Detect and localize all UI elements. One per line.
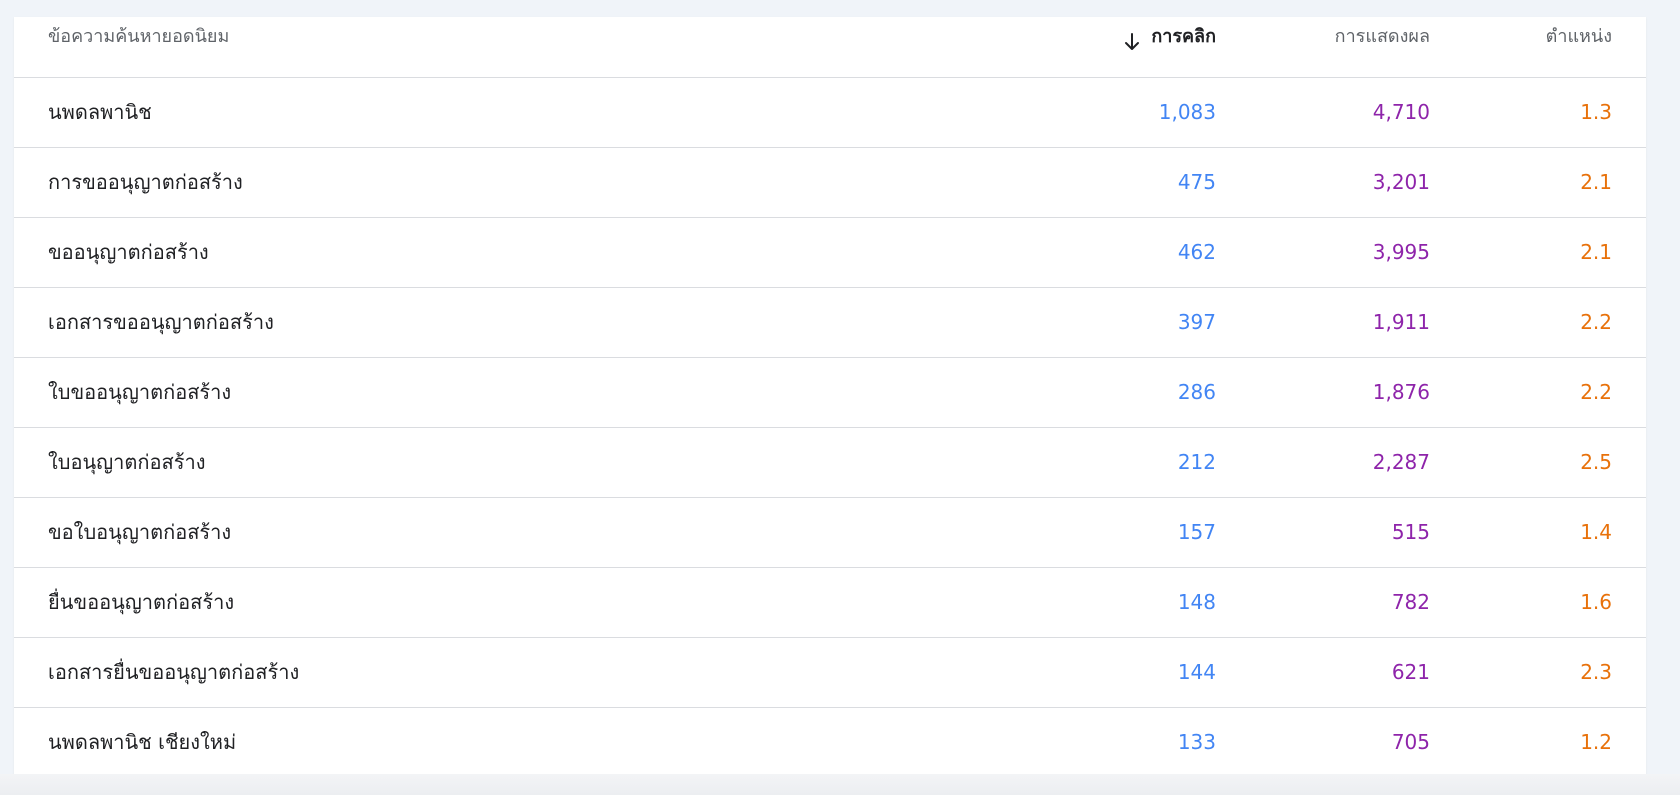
clicks-cell: 397: [1177, 310, 1216, 334]
clicks-cell: 148: [1177, 590, 1216, 614]
position-cell: 2.2: [1580, 310, 1612, 334]
table-row[interactable]: นพดลพานิช เชียงใหม่ 133 705 1.2: [14, 708, 1646, 778]
table-row[interactable]: ใบขออนุญาตก่อสร้าง 286 1,876 2.2: [14, 358, 1646, 428]
table-row[interactable]: เอกสารยื่นขออนุญาตก่อสร้าง 144 621 2.3: [14, 638, 1646, 708]
table-row[interactable]: นพดลพานิช 1,083 4,710 1.3: [14, 78, 1646, 148]
page-bottom-edge: [0, 774, 1680, 795]
table-row[interactable]: ขอใบอนุญาตก่อสร้าง 157 515 1.4: [14, 498, 1646, 568]
position-cell: 1.4: [1580, 520, 1612, 544]
impressions-cell: 2,287: [1372, 450, 1430, 474]
impressions-cell: 515: [1391, 520, 1430, 544]
table-row[interactable]: ใบอนุญาตก่อสร้าง 212 2,287 2.5: [14, 428, 1646, 498]
position-cell: 1.2: [1580, 730, 1612, 754]
impressions-cell: 705: [1391, 730, 1430, 754]
query-cell: การขออนุญาตก่อสร้าง: [48, 170, 243, 194]
query-cell: ขอใบอนุญาตก่อสร้าง: [48, 520, 232, 544]
query-cell: ขออนุญาตก่อสร้าง: [48, 240, 209, 264]
impressions-cell: 3,201: [1372, 170, 1430, 194]
table-row[interactable]: ขออนุญาตก่อสร้าง 462 3,995 2.1: [14, 218, 1646, 288]
column-header-clicks-label: การคลิก: [1151, 26, 1216, 47]
table-row[interactable]: การขออนุญาตก่อสร้าง 475 3,201 2.1: [14, 148, 1646, 218]
table-row[interactable]: เอกสารขออนุญาตก่อสร้าง 397 1,911 2.2: [14, 288, 1646, 358]
clicks-cell: 475: [1177, 170, 1216, 194]
clicks-cell: 144: [1177, 660, 1216, 684]
impressions-cell: 782: [1391, 590, 1430, 614]
position-cell: 1.6: [1580, 590, 1612, 614]
query-cell: เอกสารขออนุญาตก่อสร้าง: [48, 310, 274, 334]
position-cell: 1.3: [1580, 100, 1612, 124]
table-header: ข้อความค้นหายอดนิยม การคลิก การแสดงผล ตำ…: [14, 17, 1646, 78]
query-cell: นพดลพานิช เชียงใหม่: [48, 730, 237, 754]
impressions-cell: 1,876: [1372, 380, 1430, 404]
top-queries-table: ข้อความค้นหายอดนิยม การคลิก การแสดงผล ตำ…: [14, 17, 1646, 795]
table-row[interactable]: ยื่นขออนุญาตก่อสร้าง 148 782 1.6: [14, 568, 1646, 638]
clicks-cell: 133: [1177, 730, 1216, 754]
column-header-clicks[interactable]: การคลิก: [1123, 17, 1216, 57]
clicks-cell: 212: [1177, 450, 1216, 474]
query-cell: ยื่นขออนุญาตก่อสร้าง: [48, 590, 235, 614]
query-cell: เอกสารยื่นขออนุญาตก่อสร้าง: [48, 660, 300, 684]
query-cell: นพดลพานิช: [48, 100, 152, 124]
clicks-cell: 462: [1177, 240, 1216, 264]
clicks-cell: 1,083: [1158, 100, 1216, 124]
impressions-cell: 4,710: [1372, 100, 1430, 124]
query-cell: ใบขออนุญาตก่อสร้าง: [48, 380, 232, 404]
position-cell: 2.2: [1580, 380, 1612, 404]
arrow-down-icon: [1123, 27, 1141, 50]
column-header-query[interactable]: ข้อความค้นหายอดนิยม: [48, 17, 229, 57]
column-header-position[interactable]: ตำแหน่ง: [1546, 17, 1612, 57]
impressions-cell: 3,995: [1372, 240, 1430, 264]
impressions-cell: 621: [1391, 660, 1430, 684]
position-cell: 2.5: [1580, 450, 1612, 474]
impressions-cell: 1,911: [1372, 310, 1430, 334]
position-cell: 2.1: [1580, 170, 1612, 194]
query-cell: ใบอนุญาตก่อสร้าง: [48, 450, 206, 474]
clicks-cell: 286: [1177, 380, 1216, 404]
column-header-impressions[interactable]: การแสดงผล: [1335, 17, 1430, 57]
position-cell: 2.3: [1580, 660, 1612, 684]
position-cell: 2.1: [1580, 240, 1612, 264]
clicks-cell: 157: [1177, 520, 1216, 544]
